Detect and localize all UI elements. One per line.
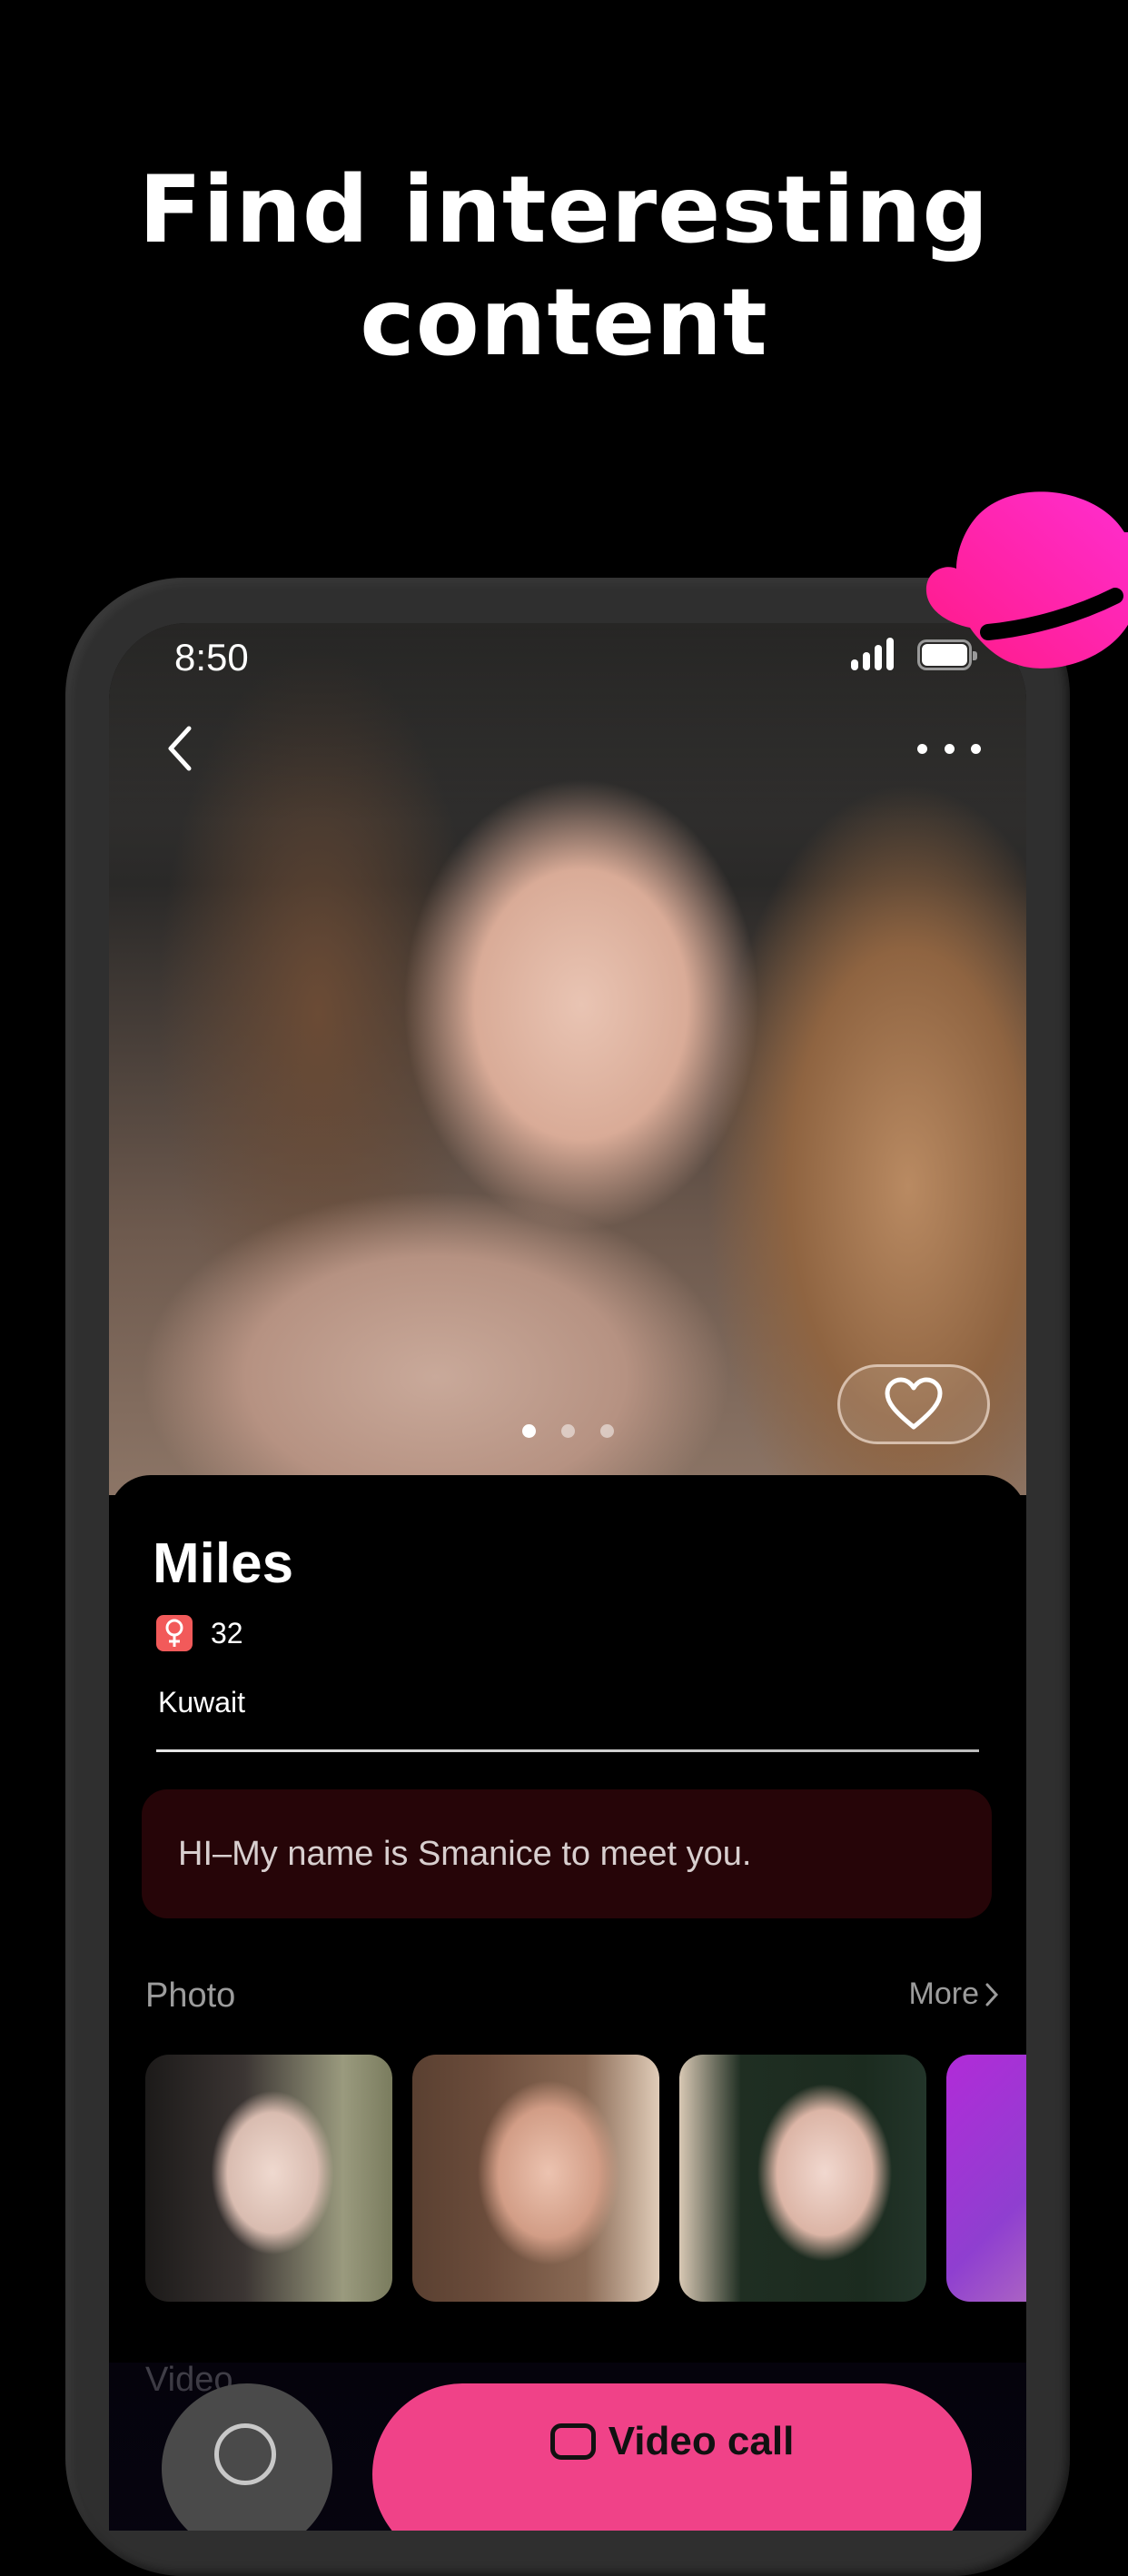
pager-dot[interactable] (522, 1424, 536, 1438)
gender-age-row: 32 (156, 1615, 243, 1651)
headline-line-2: content (360, 269, 768, 377)
pager-dot[interactable] (600, 1424, 614, 1438)
video-call-button[interactable]: Video call (372, 2383, 972, 2531)
bio-box: HI–My name is Smanice to meet you. (142, 1789, 992, 1918)
video-call-label: Video call (608, 2419, 795, 2463)
headline-line-1: Find interesting (138, 156, 990, 264)
photo-thumbnail[interactable] (412, 2055, 659, 2302)
status-time: 8:50 (174, 636, 249, 679)
photo-strip[interactable] (145, 2055, 1026, 2302)
bio-text: HI–My name is Smanice to meet you. (178, 1834, 752, 1873)
heart-outline-icon (885, 1377, 943, 1430)
phone-screen: 8:50 Miles 32 Kuwait HI–My name is Smani… (109, 623, 1026, 2531)
video-camera-icon (549, 2423, 596, 2460)
photo-more-link[interactable]: More (909, 1977, 999, 2012)
more-options-button[interactable] (917, 730, 981, 767)
chat-bubble-icon (214, 2423, 276, 2485)
more-horizontal-icon (917, 743, 927, 754)
promo-headline: Find interesting content (0, 154, 1128, 380)
photo-section-title: Photo (145, 1977, 236, 2015)
profile-age: 32 (211, 1616, 243, 1650)
profile-hero-photo[interactable]: 8:50 (109, 623, 1026, 1495)
pager-dot[interactable] (561, 1424, 575, 1438)
signal-icon (851, 638, 894, 670)
chevron-left-icon (168, 726, 192, 771)
chevron-right-icon (985, 1983, 999, 2006)
photo-thumbnail[interactable] (679, 2055, 926, 2302)
photo-pager-dots (522, 1424, 614, 1438)
photo-thumbnail[interactable] (145, 2055, 392, 2302)
divider (156, 1749, 979, 1752)
like-button[interactable] (837, 1364, 990, 1444)
mascot-logo-icon (925, 491, 1128, 669)
photo-thumbnail[interactable] (946, 2055, 1026, 2302)
more-label: More (908, 1977, 979, 2011)
profile-country: Kuwait (158, 1686, 246, 1719)
profile-name: Miles (153, 1532, 294, 1595)
female-icon (156, 1615, 193, 1651)
back-button[interactable] (154, 721, 209, 776)
